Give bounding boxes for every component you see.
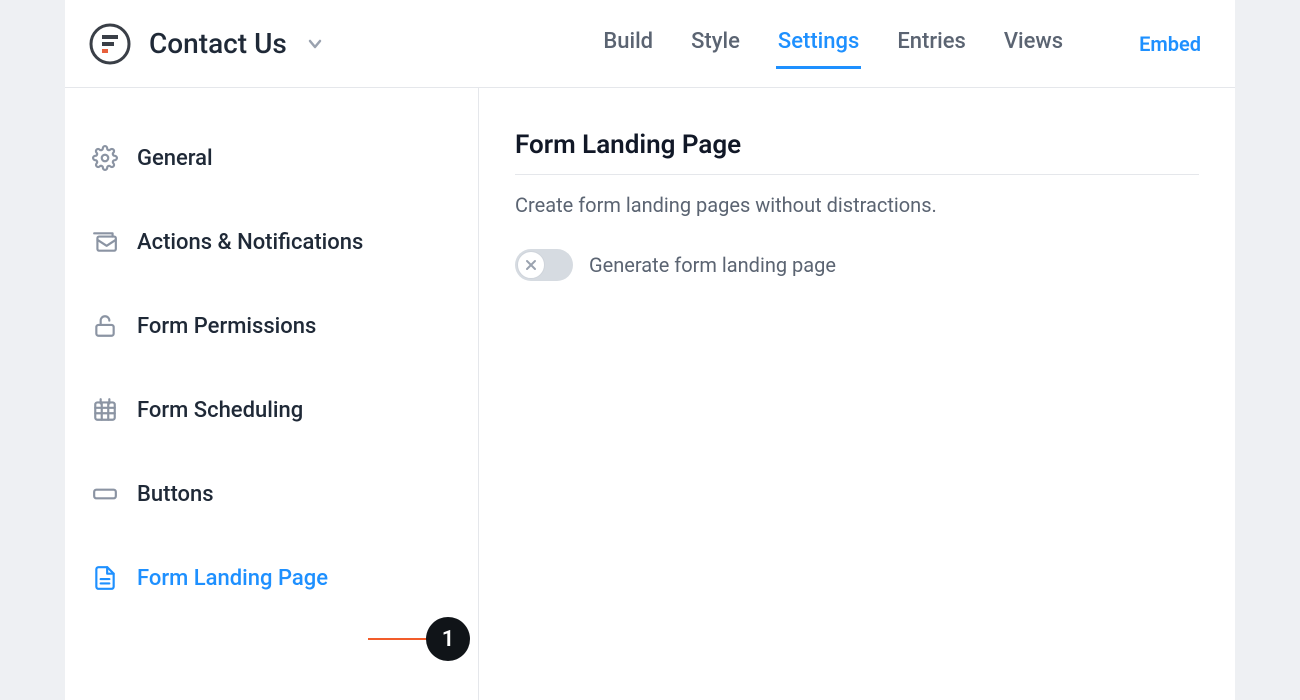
sidebar-item-actions[interactable]: Actions & Notifications	[65, 200, 478, 284]
sidebar-item-label: General	[137, 146, 213, 171]
annotation-number: 1	[442, 627, 455, 652]
page-title: Contact Us	[149, 27, 287, 60]
annotation-badge: 1	[426, 617, 470, 661]
brand-logo-icon	[89, 23, 131, 65]
tab-entries[interactable]: Entries	[895, 21, 968, 66]
sidebar-item-label: Form Landing Page	[137, 566, 328, 591]
gear-icon	[91, 144, 119, 172]
toggle-knob	[517, 251, 545, 279]
tab-views[interactable]: Views	[1002, 21, 1065, 66]
header: Contact Us Build Style Settings Entries …	[65, 0, 1235, 88]
sidebar-item-label: Buttons	[137, 482, 214, 507]
sidebar-item-landing-page[interactable]: Form Landing Page	[65, 536, 478, 620]
annotation-line	[368, 638, 428, 640]
brand: Contact Us	[89, 23, 325, 65]
sidebar-item-buttons[interactable]: Buttons	[65, 452, 478, 536]
sidebar-item-scheduling[interactable]: Form Scheduling	[65, 368, 478, 452]
sidebar: General Actions & Notifications Form Per…	[65, 88, 479, 700]
tab-settings[interactable]: Settings	[776, 21, 861, 66]
section-title: Form Landing Page	[515, 130, 1199, 175]
section-description: Create form landing pages without distra…	[515, 193, 1199, 217]
sidebar-item-label: Form Scheduling	[137, 398, 303, 423]
sidebar-item-label: Form Permissions	[137, 314, 316, 339]
page-icon	[91, 564, 119, 592]
body: General Actions & Notifications Form Per…	[65, 88, 1235, 700]
button-icon	[91, 480, 119, 508]
title-chevron-down-icon[interactable]	[305, 34, 325, 54]
embed-link[interactable]: Embed	[1139, 32, 1201, 56]
sidebar-item-permissions[interactable]: Form Permissions	[65, 284, 478, 368]
sidebar-item-label: Actions & Notifications	[137, 230, 363, 255]
main-panel: Form Landing Page Create form landing pa…	[479, 88, 1235, 700]
header-tabs: Build Style Settings Entries Views Embed	[601, 21, 1211, 66]
app-frame: Contact Us Build Style Settings Entries …	[65, 0, 1235, 700]
toggle-label: Generate form landing page	[589, 253, 836, 277]
tab-build[interactable]: Build	[601, 21, 655, 66]
close-icon	[525, 259, 537, 271]
generate-landing-toggle[interactable]	[515, 249, 573, 281]
toggle-row: Generate form landing page	[515, 249, 1199, 281]
lock-icon	[91, 312, 119, 340]
mail-icon	[91, 228, 119, 256]
tab-style[interactable]: Style	[689, 21, 742, 66]
sidebar-item-general[interactable]: General	[65, 116, 478, 200]
calendar-icon	[91, 396, 119, 424]
